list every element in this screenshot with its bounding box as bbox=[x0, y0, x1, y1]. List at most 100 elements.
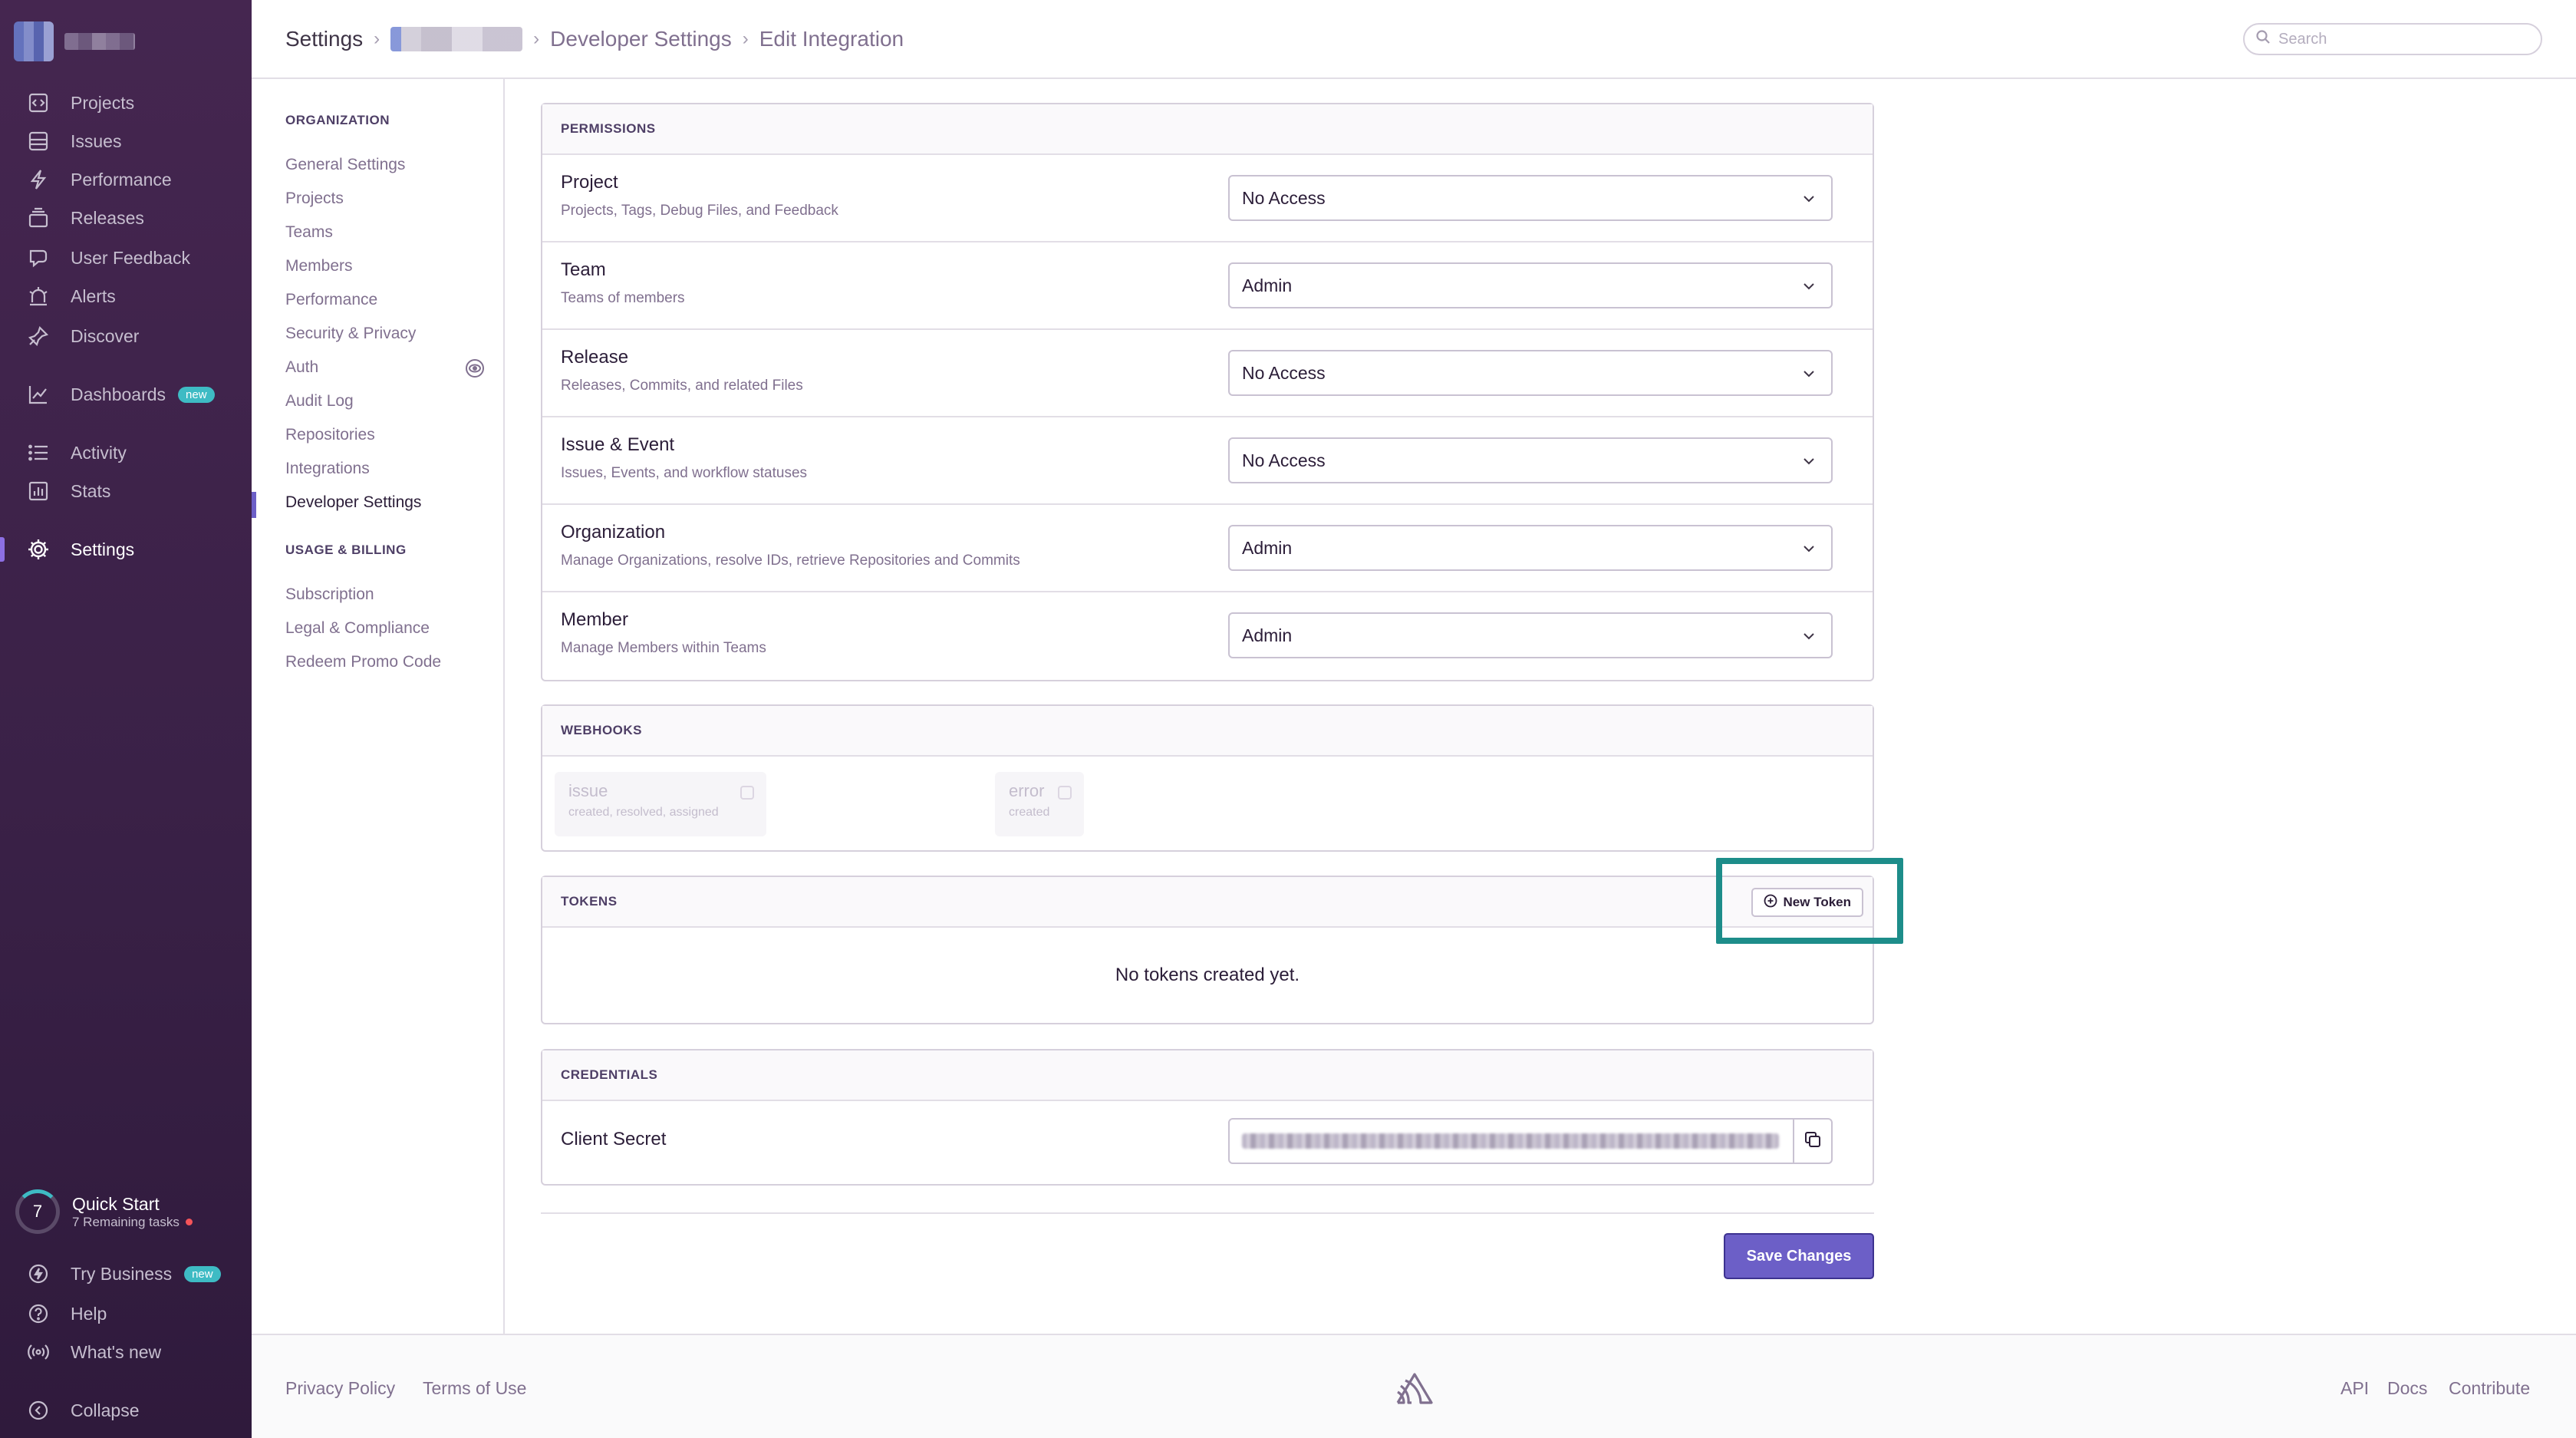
chevron-down-icon bbox=[1800, 628, 1817, 649]
permission-select-project[interactable]: No Access bbox=[1228, 175, 1833, 221]
tokens-panel-header: TOKENS New Token bbox=[542, 877, 1873, 928]
sidebar-item-settings[interactable]: Settings bbox=[0, 531, 252, 568]
settings-nav-item-general-settings[interactable]: General Settings bbox=[285, 156, 405, 174]
permission-select-member[interactable]: Admin bbox=[1228, 612, 1833, 658]
webhooks-panel: WEBHOOKS issue created, resolved, assign… bbox=[541, 704, 1874, 852]
sidebar-item-label: Dashboards bbox=[71, 384, 166, 404]
credentials-heading: CREDENTIALS bbox=[542, 1050, 1873, 1101]
sidebar-item-label: Stats bbox=[71, 480, 111, 501]
quick-start-progress-ring: 7 bbox=[15, 1189, 60, 1234]
permission-row-organization: Organization Manage Organizations, resol… bbox=[542, 505, 1873, 592]
new-token-button[interactable]: New Token bbox=[1751, 888, 1863, 917]
permission-help: Manage Organizations, resolve IDs, retri… bbox=[561, 552, 1020, 569]
settings-nav-item-performance[interactable]: Performance bbox=[285, 291, 377, 309]
issues-icon bbox=[26, 129, 51, 153]
sidebar-item-user-feedback[interactable]: User Feedback bbox=[0, 239, 252, 276]
save-changes-button[interactable]: Save Changes bbox=[1724, 1233, 1874, 1279]
sidebar-item-projects[interactable]: Projects bbox=[0, 84, 252, 121]
footer-link-privacy-policy[interactable]: Privacy Policy bbox=[285, 1378, 395, 1399]
permission-row-issue-event: Issue & Event Issues, Events, and workfl… bbox=[542, 417, 1873, 505]
select-value: Admin bbox=[1242, 275, 1293, 295]
new-token-label: New Token bbox=[1783, 895, 1851, 909]
webhook-option-subtitle: created, resolved, assigned bbox=[568, 806, 719, 819]
sidebar-item-label: Settings bbox=[71, 539, 135, 559]
header: Settings › › Developer Settings › Edit I… bbox=[252, 0, 2576, 79]
webhook-option-issue: issue created, resolved, assigned bbox=[555, 772, 766, 836]
sidebar-item-label: Activity bbox=[71, 442, 127, 463]
footer-link-docs[interactable]: Docs bbox=[2387, 1378, 2427, 1399]
settings-nav-item-developer-settings[interactable]: Developer Settings bbox=[285, 493, 421, 512]
chevron-down-icon bbox=[1800, 190, 1817, 212]
settings-nav-item-members[interactable]: Members bbox=[285, 257, 353, 275]
org-avatar bbox=[14, 21, 54, 61]
settings-nav-item-projects[interactable]: Projects bbox=[285, 190, 344, 208]
settings-nav-heading-organization: ORGANIZATION bbox=[285, 113, 390, 127]
user-feedback-icon bbox=[26, 246, 51, 270]
breadcrumb-org-redacted[interactable] bbox=[390, 26, 523, 51]
permission-row-release: Release Releases, Commits, and related F… bbox=[542, 330, 1873, 417]
webhook-checkbox-error[interactable] bbox=[1058, 786, 1072, 800]
sidebar-item-label: Performance bbox=[71, 169, 172, 190]
sidebar-item-releases[interactable]: Releases bbox=[0, 200, 252, 236]
footer-link-api[interactable]: API bbox=[2340, 1378, 2369, 1399]
client-secret-label: Client Secret bbox=[561, 1129, 667, 1149]
permission-help: Releases, Commits, and related Files bbox=[561, 378, 803, 394]
org-switcher[interactable] bbox=[14, 21, 135, 61]
settings-nav-item-repositories[interactable]: Repositories bbox=[285, 426, 375, 444]
settings-nav-item-audit-log[interactable]: Audit Log bbox=[285, 392, 354, 411]
add-circle-icon bbox=[1764, 894, 1777, 912]
select-value: No Access bbox=[1242, 187, 1326, 208]
tokens-panel: TOKENS New Token No tokens created yet. bbox=[541, 876, 1874, 1024]
settings-nav-active-indicator bbox=[252, 492, 256, 518]
alerts-icon bbox=[26, 284, 51, 308]
permission-select-organization[interactable]: Admin bbox=[1228, 525, 1833, 571]
quick-start-subtitle: 7 Remaining tasks bbox=[72, 1214, 180, 1229]
settings-nav-item-integrations[interactable]: Integrations bbox=[285, 460, 370, 478]
breadcrumb-settings[interactable]: Settings bbox=[285, 27, 363, 51]
sidebar-item-performance[interactable]: Performance bbox=[0, 161, 252, 198]
footer-link-contribute[interactable]: Contribute bbox=[2449, 1378, 2530, 1399]
new-badge: new bbox=[178, 386, 215, 403]
sidebar-item-discover[interactable]: Discover bbox=[0, 318, 252, 355]
sidebar-item-label: User Feedback bbox=[71, 247, 190, 268]
lightning-icon bbox=[26, 1262, 51, 1286]
select-value: No Access bbox=[1242, 450, 1326, 470]
settings-nav-heading-usage-billing: USAGE & BILLING bbox=[285, 543, 407, 557]
chevron-right-icon: › bbox=[742, 28, 749, 49]
webhook-checkbox-issue[interactable] bbox=[740, 786, 754, 800]
settings-nav-item-redeem-promo-code[interactable]: Redeem Promo Code bbox=[285, 653, 441, 671]
permission-label: Team bbox=[561, 259, 606, 280]
sidebar-item-whats-new[interactable]: What's new bbox=[0, 1334, 252, 1370]
settings-nav-item-legal-compliance[interactable]: Legal & Compliance bbox=[285, 619, 430, 638]
notification-dot bbox=[185, 1219, 193, 1225]
breadcrumb-developer-settings[interactable]: Developer Settings bbox=[550, 27, 732, 51]
permission-select-release[interactable]: No Access bbox=[1228, 350, 1833, 396]
settings-nav-item-teams[interactable]: Teams bbox=[285, 223, 333, 242]
settings-nav-item-auth[interactable]: Auth bbox=[285, 358, 318, 377]
sidebar-item-stats[interactable]: Stats bbox=[0, 473, 252, 510]
sidebar-item-help[interactable]: Help bbox=[0, 1295, 252, 1332]
permission-select-team[interactable]: Admin bbox=[1228, 262, 1833, 308]
search-input[interactable] bbox=[2278, 30, 2524, 48]
search-box[interactable] bbox=[2243, 23, 2542, 55]
copy-button[interactable] bbox=[1793, 1120, 1831, 1163]
sidebar-item-activity[interactable]: Activity bbox=[0, 434, 252, 471]
performance-icon bbox=[26, 167, 51, 192]
tokens-heading: TOKENS bbox=[561, 894, 618, 909]
quick-start[interactable]: 7 Quick Start 7 Remaining tasks bbox=[15, 1189, 193, 1234]
sidebar-item-dashboards[interactable]: Dashboards new bbox=[0, 376, 252, 413]
footer-link-terms-of-use[interactable]: Terms of Use bbox=[423, 1378, 526, 1399]
sidebar-item-alerts[interactable]: Alerts bbox=[0, 278, 252, 315]
settings-nav-item-security-privacy[interactable]: Security & Privacy bbox=[285, 325, 416, 343]
projects-icon bbox=[26, 91, 51, 115]
permission-row-team: Team Teams of members Admin bbox=[542, 242, 1873, 330]
sidebar-item-label: Collapse bbox=[71, 1400, 140, 1420]
permission-select-issue-event[interactable]: No Access bbox=[1228, 437, 1833, 483]
sidebar-item-issues[interactable]: Issues bbox=[0, 123, 252, 160]
form-divider bbox=[541, 1212, 1874, 1214]
sidebar-collapse[interactable]: Collapse bbox=[0, 1392, 252, 1429]
activity-icon bbox=[26, 440, 51, 465]
client-secret-field[interactable] bbox=[1228, 1118, 1833, 1164]
settings-nav-item-subscription[interactable]: Subscription bbox=[285, 585, 374, 604]
sidebar-item-try-business[interactable]: Try Business new bbox=[0, 1255, 252, 1292]
